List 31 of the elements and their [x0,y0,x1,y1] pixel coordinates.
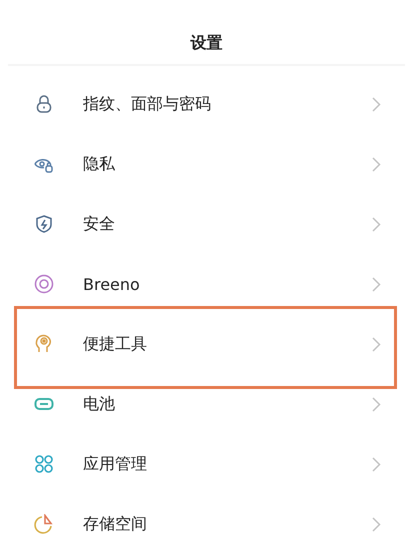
settings-item[interactable]: Breeno [0,254,413,314]
ring-icon [34,274,54,294]
chevron-icon [372,336,381,352]
chevron-icon [372,276,381,292]
chevron-icon [372,516,381,532]
item-label: 应用管理 [83,454,148,474]
shield-icon [34,214,54,234]
chevron-icon [372,156,381,172]
lock-icon [34,94,54,114]
item-label: Breeno [83,274,141,294]
item-label: 安全 [83,214,116,234]
settings-item[interactable]: 指纹、面部与密码 [0,74,413,134]
chevron-icon [372,96,381,112]
item-label: 便捷工具 [83,334,148,354]
chevron-icon [372,456,381,472]
pie-chart-icon [34,514,54,534]
settings-item[interactable]: 存储空间 [0,494,413,548]
settings-item[interactable]: 便捷工具 [0,314,413,374]
settings-item[interactable]: 应用管理 [0,434,413,494]
settings-item[interactable]: 电池 [0,374,413,434]
item-label: 隐私 [83,154,116,174]
item-label: 电池 [83,394,116,414]
chevron-icon [372,216,381,232]
apps-grid-icon [34,454,54,474]
settings-item[interactable]: 隐私 [0,134,413,194]
page-title: 设置 [190,32,222,54]
head-target-icon [34,334,54,354]
chevron-icon [372,396,381,412]
item-label: 存储空间 [83,514,148,534]
settings-item[interactable]: 安全 [0,194,413,254]
item-label: 指纹、面部与密码 [83,94,212,114]
